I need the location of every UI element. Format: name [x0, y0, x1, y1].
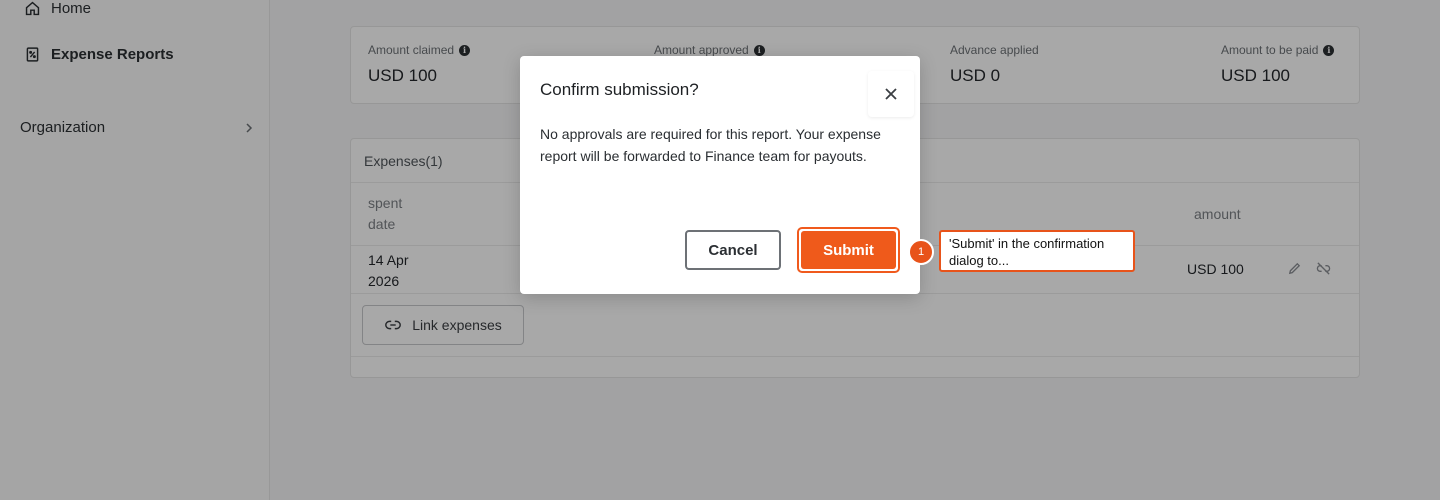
step-badge: 1 [908, 239, 934, 265]
submit-label: Submit [801, 231, 896, 269]
step-tooltip: 'Submit' in the confirmation dialog to..… [939, 230, 1135, 272]
submit-button[interactable]: Submit [797, 227, 900, 273]
close-button[interactable] [868, 71, 914, 117]
dialog-message: No approvals are required for this repor… [540, 126, 881, 164]
dialog-title: Confirm submission? [540, 80, 699, 99]
cancel-button[interactable]: Cancel [685, 230, 781, 270]
close-icon [885, 88, 897, 100]
confirm-submission-dialog: Confirm submission? No approvals are req… [520, 56, 920, 294]
